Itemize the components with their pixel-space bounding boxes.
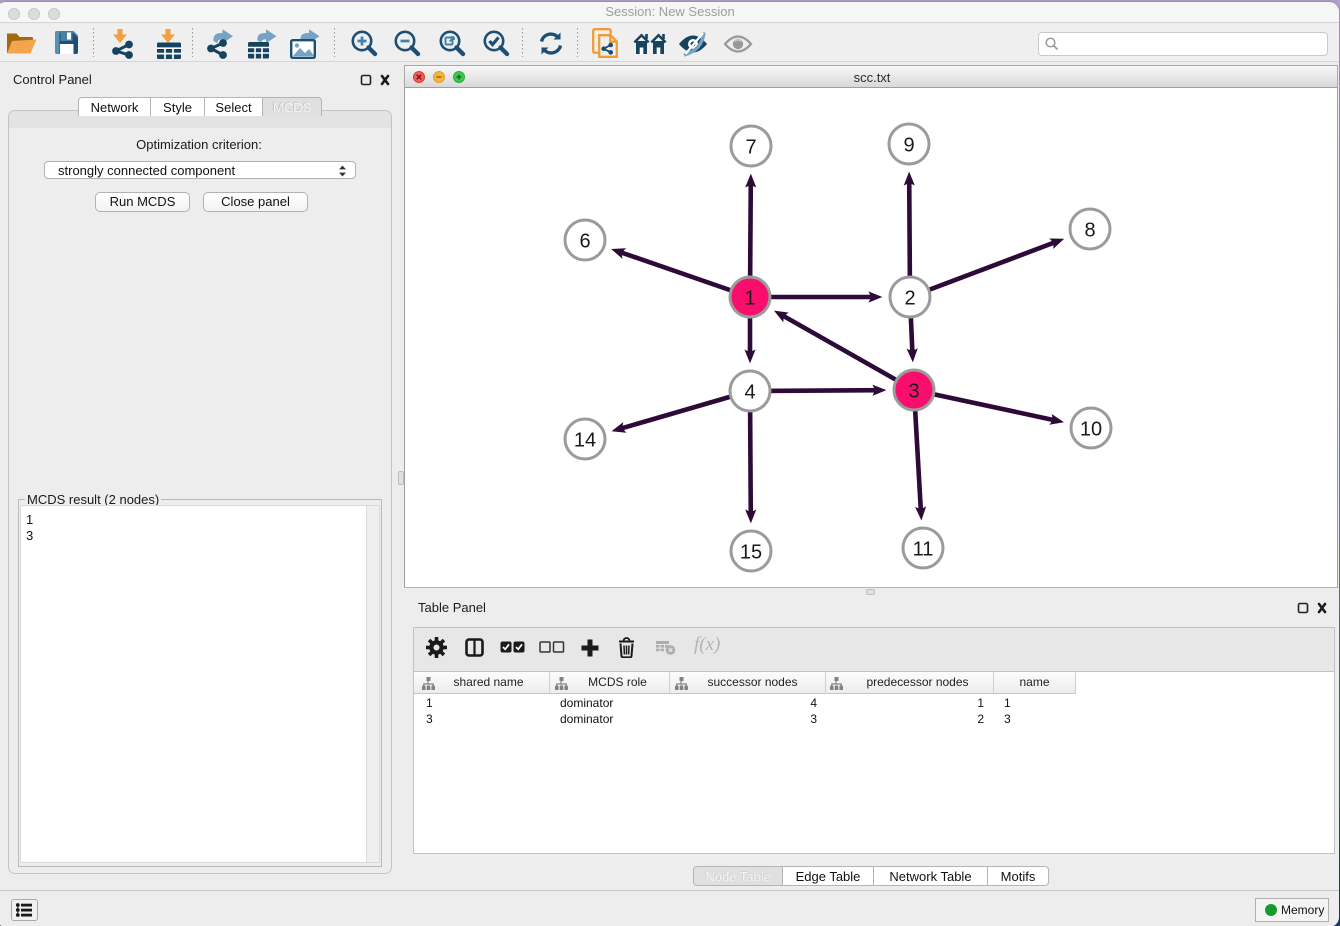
svg-text:10: 10 xyxy=(1080,418,1102,440)
svg-text:15: 15 xyxy=(740,541,762,563)
svg-text:2: 2 xyxy=(904,287,915,309)
svg-text:3: 3 xyxy=(908,380,919,402)
svg-text:9: 9 xyxy=(903,134,914,156)
svg-text:4: 4 xyxy=(744,381,755,403)
svg-text:1: 1 xyxy=(744,287,755,309)
svg-text:14: 14 xyxy=(574,429,596,451)
svg-text:6: 6 xyxy=(579,230,590,252)
svg-text:11: 11 xyxy=(913,538,934,560)
svg-text:8: 8 xyxy=(1084,219,1095,241)
svg-text:7: 7 xyxy=(745,136,756,158)
